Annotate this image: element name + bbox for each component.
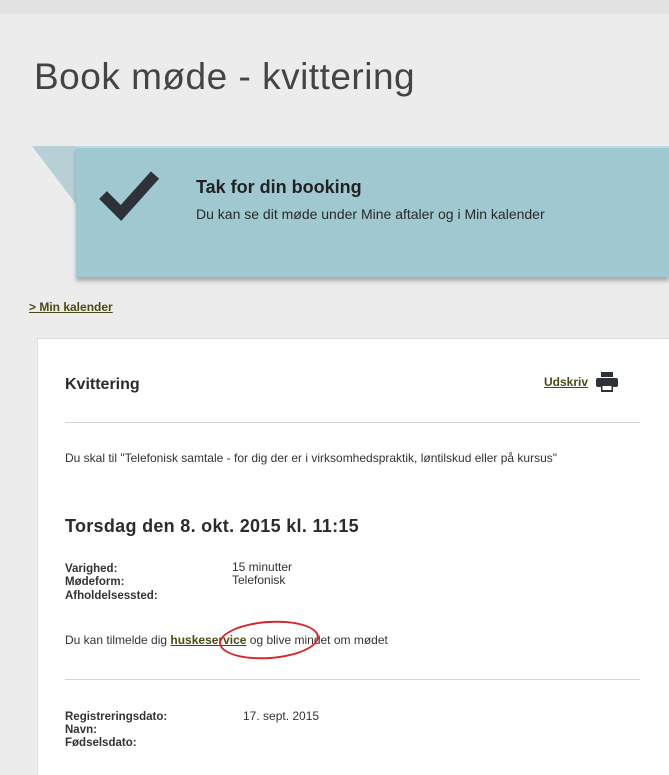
divider-top [65, 422, 640, 423]
registration-date-value: 17. sept. 2015 [243, 709, 320, 723]
duration-label: Varighed: [65, 563, 118, 575]
birth-date-label: Fødselsdato: [65, 737, 137, 749]
location-label: Afholdelsessted: [65, 590, 158, 602]
page: Book møde - kvittering Tak for din booki… [0, 0, 669, 775]
appointment-date: Torsdag den 8. okt. 2015 kl. 11:15 [65, 516, 359, 536]
checkmark-icon [99, 171, 160, 221]
top-strip [0, 0, 669, 14]
receipt-title: Kvittering [65, 376, 140, 393]
print-button[interactable]: Udskriv [544, 372, 619, 392]
my-calendar-link[interactable]: > Min kalender [29, 300, 113, 314]
banner-title: Tak for din booking [196, 177, 362, 197]
receipt-card: Kvittering Udskriv Du skal til "Telefoni… [37, 338, 669, 775]
reminder-service-link[interactable]: huskeservice [170, 633, 246, 647]
name-label: Navn: [65, 724, 97, 736]
divider-bottom [65, 679, 640, 680]
reminder-text-before: Du kan tilmelde dig [65, 633, 171, 647]
appointment-description: Du skal til "Telefonisk samtale - for di… [65, 451, 558, 465]
registration-date-label: Registreringsdato: [65, 711, 168, 723]
meeting-format-label: Mødeform: [65, 576, 125, 588]
confirmation-banner: Tak for din booking Du kan se dit møde u… [76, 146, 669, 277]
banner-text: Du kan se dit møde under Mine aftaler og… [196, 206, 545, 222]
meeting-format-value: Telefonisk [232, 573, 286, 587]
banner-fold [32, 146, 76, 204]
reminder-text: Du kan tilmelde dig huskeservice og bliv… [65, 633, 388, 647]
print-label[interactable]: Udskriv [544, 375, 588, 389]
page-title: Book møde - kvittering [34, 56, 416, 97]
printer-icon[interactable] [596, 372, 619, 392]
reminder-text-after: og blive mindet om mødet [246, 633, 388, 647]
